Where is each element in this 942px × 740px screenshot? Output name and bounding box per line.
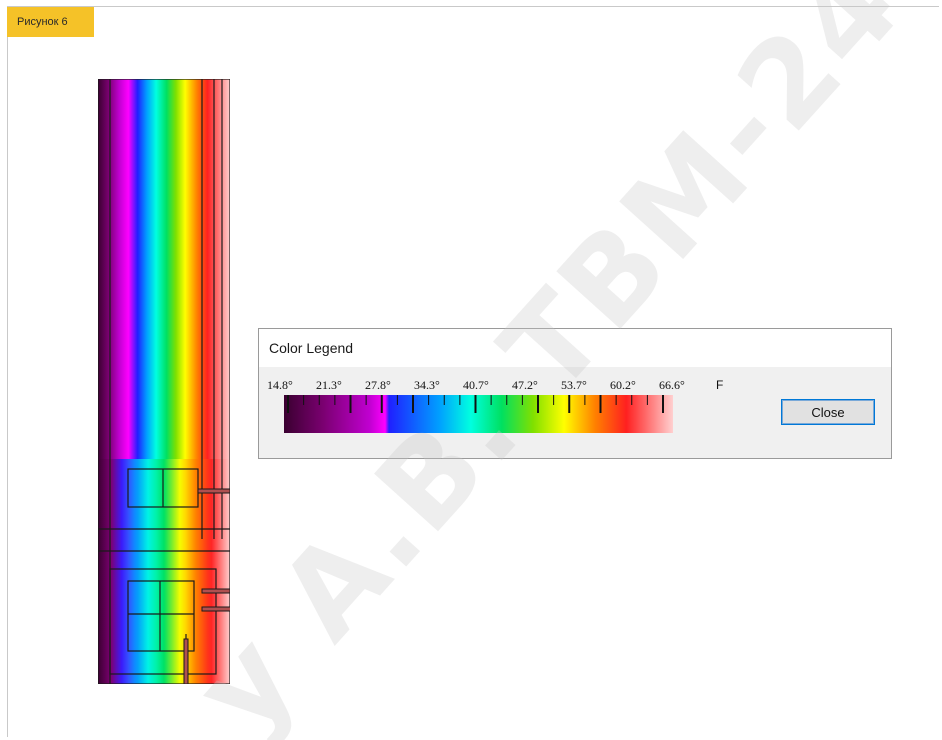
thermal-wall-section-image (98, 79, 230, 684)
scale-label: 21.3° (316, 378, 342, 392)
dialog-header: Color Legend (259, 329, 891, 367)
figure-label: Рисунок 6 (7, 7, 94, 37)
color-legend-dialog: Color Legend 14.8° 21.3° 27.8° 34.3° 40.7° (258, 328, 892, 459)
scale-label: 14.8° (267, 378, 293, 392)
scale-label: 66.6° (659, 378, 685, 392)
scale-label: 27.8° (365, 378, 391, 392)
gradient-bar (284, 395, 673, 433)
scale-label: 40.7° (463, 378, 489, 392)
scale-label: 34.3° (414, 378, 440, 392)
scale-label: 53.7° (561, 378, 587, 392)
color-scale: 14.8° 21.3° 27.8° 34.3° 40.7° 47.2° 53.7° 60.2°… (267, 378, 723, 433)
dialog-title: Color Legend (269, 340, 354, 356)
scale-label: 60.2° (610, 378, 636, 392)
close-button[interactable]: Close (781, 399, 875, 425)
unit-label: F (716, 378, 723, 392)
scale-label: 47.2° (512, 378, 538, 392)
